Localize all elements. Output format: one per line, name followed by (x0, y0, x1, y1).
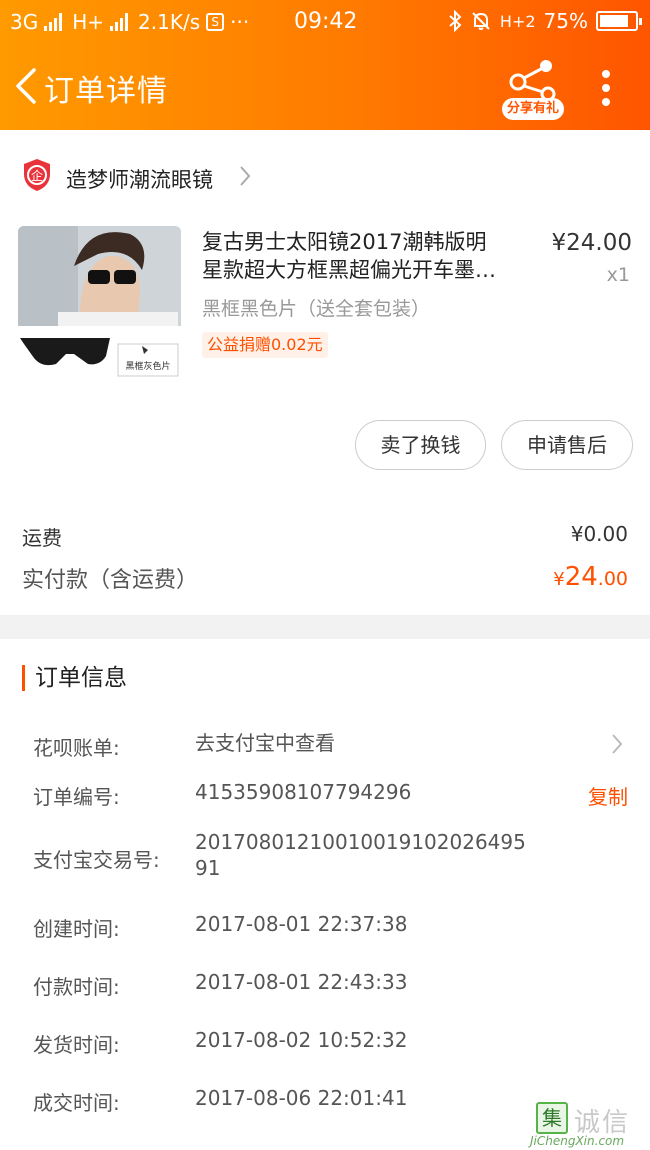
nav-bar: 订单详情 分享有礼 (0, 52, 650, 130)
paid-currency: ¥ (553, 569, 565, 590)
page-title: 订单详情 (44, 74, 168, 109)
shop-name: 造梦师潮流眼镜 (66, 168, 213, 192)
vertical-dots-icon[interactable] (596, 68, 616, 108)
completed-time-value: 2017-08-06 22:01:41 (195, 1086, 408, 1110)
shipped-time-value: 2017-08-02 10:52:32 (195, 1028, 408, 1052)
clock: 09:42 (294, 9, 358, 34)
paid-time-label: 付款时间: (33, 975, 120, 999)
battery-icon (596, 11, 642, 31)
order-number-label: 订单编号: (33, 785, 120, 809)
s-app-icon: S (206, 13, 225, 31)
network-right: H+2 (499, 11, 536, 31)
order-info-title: 订单信息 (22, 665, 127, 691)
enterprise-shield-icon: 企 (24, 159, 50, 191)
product-title[interactable]: 复古男士太阳镜2017潮韩版明 星款超大方框黑超偏光开车墨… (202, 228, 532, 284)
network-type-2: H+ (72, 10, 105, 34)
product-title-line2: 星款超大方框黑超偏光开车墨… (202, 258, 496, 282)
watermark-logo: 集 (536, 1102, 568, 1134)
bluetooth-icon (449, 10, 462, 32)
huabei-link[interactable]: 去支付宝中查看 (195, 730, 540, 756)
share-gift-button[interactable]: 分享有礼 (500, 58, 566, 120)
share-gift-label: 分享有礼 (502, 98, 564, 120)
app-header: 3G H+ 2.1K/s S ··· 09:42 H+2 75% 订单详情 分享… (0, 0, 650, 130)
product-quantity: x1 (606, 264, 630, 286)
product-image[interactable]: 黑框灰色片 (18, 226, 181, 382)
signal-icon (44, 13, 63, 31)
watermark: 集 诚信 JiChengXin.com (530, 1100, 650, 1150)
completed-time-label: 成交时间: (33, 1091, 120, 1115)
paid-decimal: .00 (597, 568, 628, 590)
copy-button[interactable]: 复制 (588, 781, 628, 810)
product-photo: 黑框灰色片 (18, 226, 181, 382)
alipay-trade-value: 20170801210010019102026495 91 (195, 830, 526, 880)
battery-percent: 75% (543, 9, 588, 33)
sell-button[interactable]: 卖了换钱 (355, 420, 486, 470)
status-bar: 3G H+ 2.1K/s S ··· 09:42 H+2 75% (0, 0, 650, 44)
chevron-right-icon[interactable] (610, 732, 624, 756)
alipay-trade-label: 支付宝交易号: (33, 848, 160, 872)
image-caption: 黑框灰色片 (125, 360, 170, 372)
chevron-left-icon[interactable] (12, 66, 42, 106)
mute-bell-icon (472, 12, 490, 30)
paid-amount: ¥24.00 (553, 562, 628, 592)
paid-time-value: 2017-08-01 22:43:33 (195, 970, 408, 994)
huabei-label: 花呗账单: (33, 736, 120, 760)
signal-icon-2 (110, 13, 129, 31)
section-divider (0, 615, 650, 639)
created-time-value: 2017-08-01 22:37:38 (195, 912, 408, 936)
more-status-dots: ··· (230, 10, 250, 34)
product-price: ¥24.00 (551, 230, 632, 256)
paid-label: 实付款（含运费） (22, 568, 199, 593)
paid-integer: 24 (564, 562, 598, 592)
product-sku: 黑框黑色片（送全套包装） (202, 298, 431, 320)
shipping-label: 运费 (22, 526, 62, 550)
shop-row[interactable]: 企 造梦师潮流眼镜 (0, 150, 650, 204)
svg-text:企: 企 (31, 168, 43, 183)
after-sale-button[interactable]: 申请售后 (501, 420, 633, 470)
shipping-value: ¥0.00 (570, 522, 628, 546)
charity-tag: 公益捐赠0.02元 (202, 332, 328, 358)
network-type: 3G (10, 10, 39, 34)
created-time-label: 创建时间: (33, 917, 120, 941)
share-icon (509, 60, 556, 102)
network-speed: 2.1K/s (138, 10, 201, 34)
watermark-url: JiChengXin.com (530, 1134, 625, 1148)
order-number-value: 41535908107794296 (195, 780, 412, 804)
shipped-time-label: 发货时间: (33, 1033, 120, 1057)
chevron-right-icon (240, 166, 251, 186)
product-title-line1: 复古男士太阳镜2017潮韩版明 (202, 230, 487, 254)
